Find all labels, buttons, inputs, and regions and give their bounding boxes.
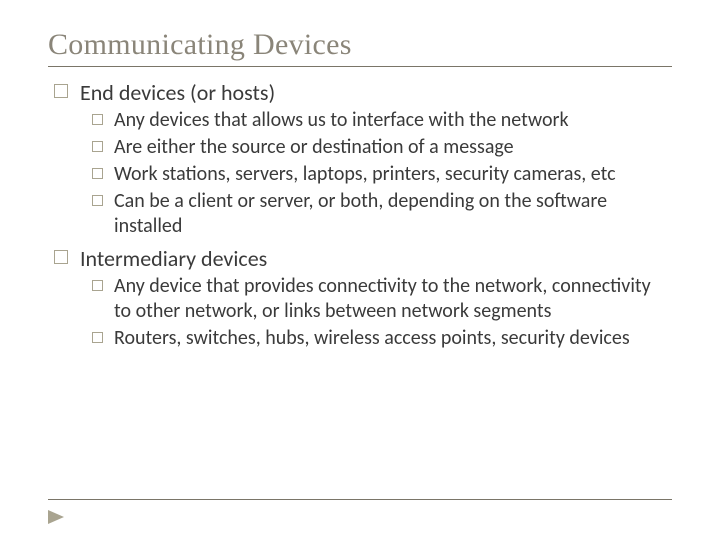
list-item: End devices (or hosts): [54, 79, 672, 106]
list-item: Can be a client or server, or both, depe…: [92, 189, 672, 239]
square-bullet-icon: [92, 280, 103, 291]
square-bullet-icon: [92, 332, 103, 343]
square-bullet-icon: [54, 84, 68, 98]
list-item: Any device that provides connectivity to…: [92, 274, 672, 324]
list-item: Are either the source or destination of …: [92, 135, 672, 160]
list-item-text: Can be a client or server, or both, depe…: [114, 189, 662, 239]
content: End devices (or hosts) Any devices that …: [48, 79, 672, 351]
square-bullet-icon: [54, 250, 68, 264]
list-item-text: Work stations, servers, laptops, printer…: [114, 162, 616, 187]
section-heading: Intermediary devices: [80, 245, 267, 272]
square-bullet-icon: [92, 195, 103, 206]
list-item-text: Routers, switches, hubs, wireless access…: [114, 326, 630, 351]
square-bullet-icon: [92, 114, 103, 125]
list-item-text: Are either the source or destination of …: [114, 135, 514, 160]
section-heading: End devices (or hosts): [80, 79, 275, 106]
footer-rule: [48, 499, 672, 500]
title-rule: [48, 66, 672, 67]
square-bullet-icon: [92, 141, 103, 152]
page-title: Communicating Devices: [48, 28, 672, 62]
square-bullet-icon: [92, 168, 103, 179]
list-item: Any devices that allows us to interface …: [92, 108, 672, 133]
list-item: Routers, switches, hubs, wireless access…: [92, 326, 672, 351]
list-item-text: Any device that provides connectivity to…: [114, 274, 662, 324]
list-item: Work stations, servers, laptops, printer…: [92, 162, 672, 187]
list-item-text: Any devices that allows us to interface …: [114, 108, 569, 133]
slide: Communicating Devices End devices (or ho…: [0, 0, 720, 351]
list-item: Intermediary devices: [54, 245, 672, 272]
arrow-right-icon: [48, 510, 64, 524]
